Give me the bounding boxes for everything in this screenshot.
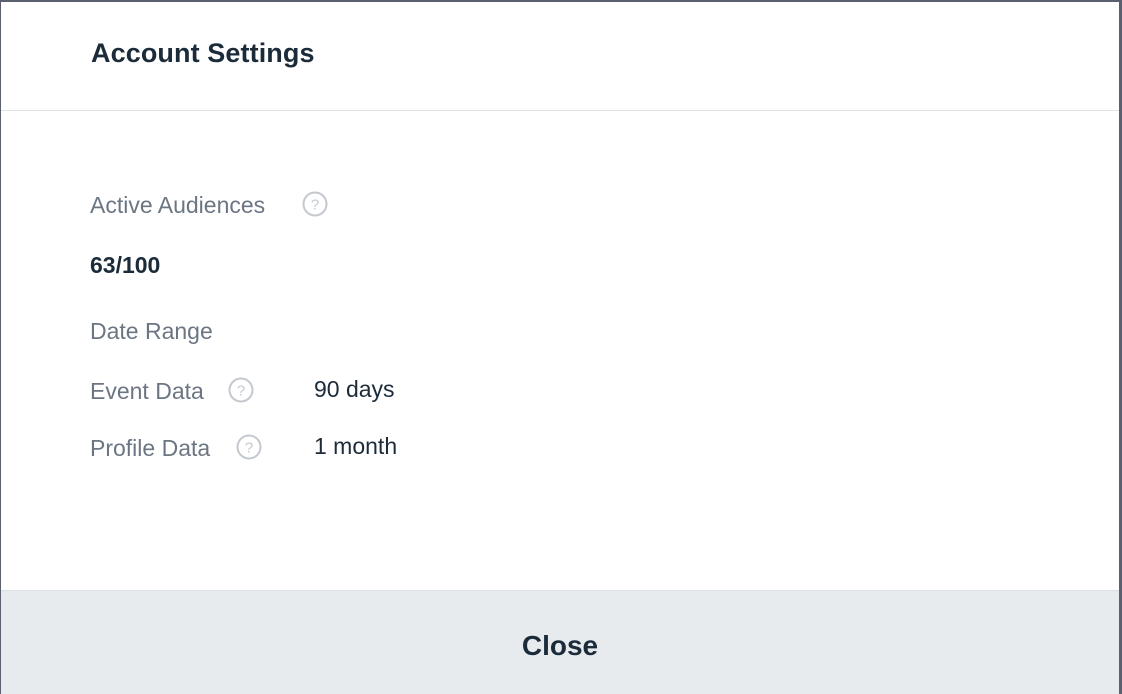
profile-data-label: Profile Data [90, 435, 211, 461]
event-data-value: 90 days [314, 376, 395, 402]
modal-footer: Close [1, 590, 1119, 694]
active-audiences-help-icon[interactable]: ? [302, 191, 328, 217]
modal-title: Account Settings [91, 38, 315, 68]
modal-header: Account Settings [1, 2, 1119, 111]
profile-data-help-icon[interactable]: ? [236, 434, 262, 460]
profile-data-value: 1 month [314, 433, 398, 459]
account-settings-modal: Account Settings Active Audiences ? 63/1… [1, 2, 1119, 694]
svg-text:?: ? [237, 383, 245, 400]
active-audiences-label: Active Audiences [90, 192, 266, 218]
date-range-heading: Date Range [90, 318, 213, 344]
svg-text:?: ? [311, 197, 319, 214]
active-audiences-value: 63/100 [90, 252, 161, 278]
close-button[interactable]: Close [1, 591, 1119, 694]
event-data-help-icon[interactable]: ? [228, 377, 254, 403]
event-data-label: Event Data [90, 378, 204, 404]
svg-text:?: ? [245, 440, 253, 457]
